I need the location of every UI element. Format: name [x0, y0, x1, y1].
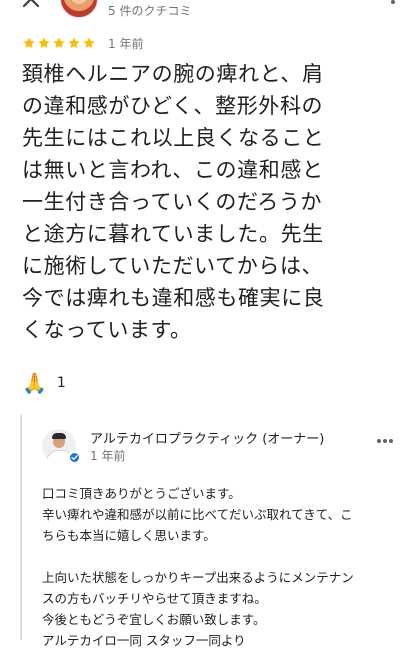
review-text-line: に施術していただいてからは、 [22, 254, 324, 278]
reply-text-line: 今後ともどうぞ宜しくお願い致します。 [42, 612, 266, 627]
reply-date: 1 年前 [90, 449, 126, 463]
star-icon [83, 37, 95, 49]
reaction-count: 1 [56, 375, 66, 391]
verified-check-icon [68, 451, 81, 464]
star-icon [68, 37, 80, 49]
review-text-line: 頚椎ヘルニアの腕の痺れと、肩 [22, 62, 324, 86]
review-text-line: と途方に暮れていました。先生 [22, 222, 324, 246]
reply-text-line: ちらも本当に嬉しく思います。 [42, 528, 216, 543]
star-icon [23, 37, 35, 49]
owner-name[interactable]: アルテカイロプラクティック (オーナー) [90, 428, 324, 447]
more-options-icon[interactable] [377, 439, 393, 443]
review-text-line: 今では痺れも違和感も確実に良 [22, 286, 325, 310]
review-text-line: 一生付き合っていくのだろうか [22, 190, 323, 214]
review-header: 5 件のクチコミ [0, 0, 419, 26]
reply-text-line: 辛い痺れや違和感が以前に比べてだいぶ取れてきて、こ [42, 507, 353, 522]
reply-text: 口コミ頂きありがとうございます。 辛い痺れや違和感が以前に比べてだいぶ取れてきて… [42, 483, 412, 651]
more-options-icon[interactable] [385, 0, 401, 8]
close-icon[interactable] [18, 0, 44, 12]
reply-text-line: 口コミ頂きありがとうございます。 [42, 486, 241, 501]
review-text: 頚椎ヘルニアの腕の痺れと、肩 の違和感がひどく、整形外科の 先生にはこれ以上良く… [22, 58, 402, 346]
reply-text-line: アルテカイロ一同 スタッフ一同より [42, 633, 246, 648]
review-text-line: は無いと言われ、この違和感と [22, 158, 324, 182]
reply-text-line: スの方もバッチリやらせて頂きますね。 [42, 591, 267, 606]
review-date: 1 年前 [108, 36, 144, 51]
reply-text-line: 上向いた状態をしっかりキープ出来るようにメンテナン [42, 570, 354, 585]
review-text-line: くなっています。 [22, 318, 192, 342]
rating-row: 1 年前 [22, 35, 143, 51]
star-rating [22, 36, 96, 50]
review-count[interactable]: 5 件のクチコミ [108, 2, 191, 19]
owner-reply: アルテカイロプラクティック (オーナー) 1 年前 口コミ頂きありがとうございま… [20, 415, 419, 648]
star-icon [53, 37, 65, 49]
reviewer-avatar[interactable] [60, 0, 98, 18]
review-text-line: の違和感がひどく、整形外科の [22, 94, 324, 118]
star-icon [38, 37, 50, 49]
reaction-button[interactable]: 🙏 1 [22, 370, 66, 396]
review-text-line: 先生にはこれ以上良くなること [22, 126, 325, 150]
pray-emoji-icon: 🙏 [22, 371, 47, 395]
